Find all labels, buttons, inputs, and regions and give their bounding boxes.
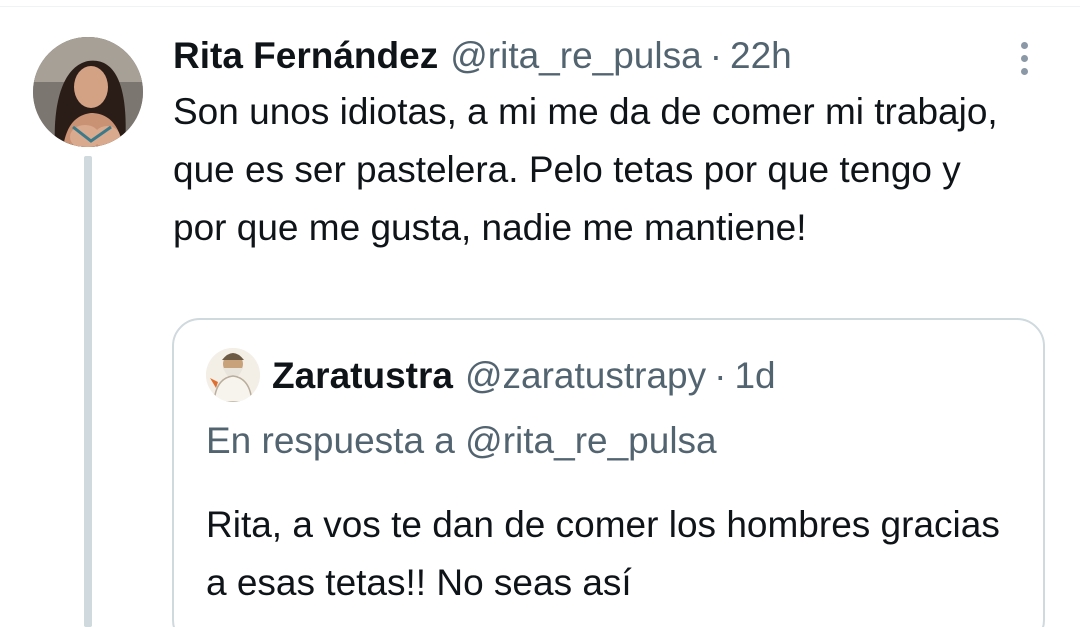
quoted-timestamp[interactable]: 1d [734,352,775,400]
thread-line [84,156,92,627]
timestamp[interactable]: 22h [730,32,792,80]
quoted-display-name[interactable]: Zaratustra [272,352,453,400]
quoted-avatar [206,348,260,402]
avatar-photo-icon [33,37,143,147]
separator-dot: · [709,35,723,76]
more-vertical-icon-dot [1020,67,1028,75]
reply-context[interactable]: En respuesta a @rita_re_pulsa [206,417,717,465]
more-vertical-icon [1020,41,1028,49]
tweet-text: Son unos idiotas, a mi me da de comer mi… [173,91,998,248]
user-handle[interactable]: @rita_re_pulsa [450,32,701,80]
quoted-tweet-header: Zaratustra @zaratustrapy · 1d [272,352,776,400]
tweet-header: Rita Fernández @rita_re_pulsa · 22h [173,32,792,80]
divider [0,6,1080,7]
display-name[interactable]: Rita Fernández [173,32,438,80]
more-vertical-icon-dot [1020,54,1028,62]
tweet-screen: Rita Fernández @rita_re_pulsa · 22h Son … [0,0,1080,627]
avatar-illustration-icon [206,348,260,402]
quoted-separator-dot: · [714,355,727,396]
avatar[interactable] [33,37,143,147]
quoted-user-handle[interactable]: @zaratustrapy [465,352,706,400]
more-options-button[interactable] [1008,38,1040,78]
quoted-tweet-text: Rita, a vos te dan de comer los hombres … [206,504,1000,603]
